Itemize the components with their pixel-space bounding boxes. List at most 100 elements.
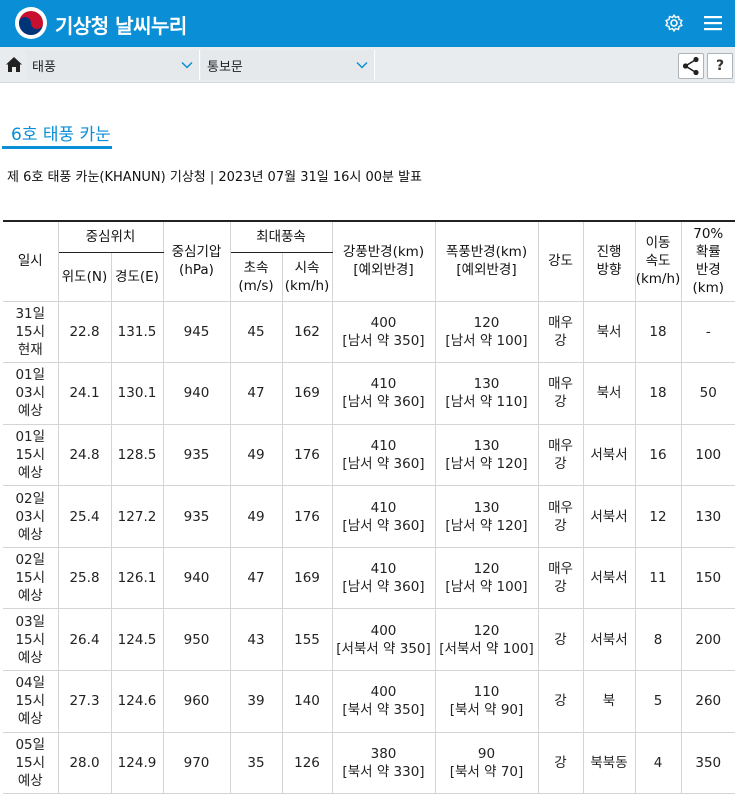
cell-pressure: 935 — [162, 423, 231, 487]
header-time: 일시 — [3, 220, 59, 302]
cell-lat: 24.8 — [57, 423, 112, 487]
site-title[interactable]: 기상청 날씨누리 — [55, 10, 187, 39]
cell-time: 31일 15시 현재 — [3, 300, 59, 364]
header-latitude: 위도(N) — [58, 251, 112, 302]
share-button[interactable] — [678, 53, 704, 79]
header-storm-radius: 폭풍반경(km) [예외반경] — [434, 220, 539, 302]
cell-wind-ms: 47 — [229, 546, 283, 610]
help-button[interactable]: ? — [707, 53, 733, 79]
cell-speed: 5 — [634, 670, 682, 733]
cell-wind-kmh: 169 — [281, 546, 333, 610]
cell-lat: 28.0 — [57, 731, 112, 795]
cell-intensity: 강 — [537, 670, 584, 733]
typhoon-forecast-table: 일시 중심위치 중심기압 (hPa) 최대풍속 강풍반경(km) [예외반경] … — [3, 220, 735, 795]
kma-taegeuk-logo-icon[interactable] — [15, 7, 47, 39]
header-wind-kmh: 시속 (km/h) — [281, 251, 332, 302]
cell-intensity: 매우 강 — [537, 362, 584, 425]
cell-lat: 27.3 — [57, 670, 112, 733]
cell-gale-radius: 400 [남서 약 350] — [331, 300, 436, 364]
cell-direction: 서북서 — [582, 608, 636, 672]
cell-lon: 127.2 — [110, 485, 164, 548]
cell-intensity: 매우 강 — [537, 300, 584, 364]
cell-probability: 150 — [680, 546, 735, 610]
header-wind-ms: 초속 (m/s) — [229, 251, 283, 302]
cell-gale-radius: 400 [서북서 약 350] — [331, 608, 436, 672]
cell-pressure: 940 — [162, 362, 231, 425]
cell-gale-radius: 410 [남서 약 360] — [331, 423, 436, 487]
cell-lon: 124.6 — [110, 670, 164, 733]
header-direction: 진행 방향 — [582, 220, 636, 302]
cell-time: 04일 15시 예상 — [3, 670, 59, 733]
cell-wind-kmh: 126 — [281, 731, 333, 795]
cell-gale-radius: 410 [남서 약 360] — [331, 362, 436, 425]
cell-storm-radius: 120 [남서 약 100] — [434, 546, 539, 610]
cell-lon: 124.5 — [110, 608, 164, 672]
cell-storm-radius: 130 [남서 약 110] — [434, 362, 539, 425]
cell-speed: 16 — [634, 423, 682, 487]
header-move-speed: 이동 속도 (km/h) — [634, 220, 682, 302]
cell-intensity: 매우 강 — [537, 423, 584, 487]
chevron-down-icon — [181, 61, 193, 69]
cell-wind-kmh: 140 — [281, 670, 333, 733]
page-title-tab: 6호 태풍 카눈 — [2, 115, 112, 149]
page-title: 6호 태풍 카눈 — [11, 125, 111, 145]
cell-probability: 260 — [680, 670, 735, 733]
cell-pressure: 970 — [162, 731, 231, 795]
cell-speed: 11 — [634, 546, 682, 610]
cell-time: 02일 03시 예상 — [3, 485, 59, 548]
cell-lat: 24.1 — [57, 362, 112, 425]
cell-pressure: 935 — [162, 485, 231, 548]
cell-lon: 131.5 — [110, 300, 164, 364]
cell-speed: 18 — [634, 362, 682, 425]
header-longitude: 경도(E) — [110, 251, 164, 302]
cell-storm-radius: 120 [남서 약 100] — [434, 300, 539, 364]
cell-lat: 25.8 — [57, 546, 112, 610]
cell-intensity: 강 — [537, 731, 584, 795]
cell-time: 02일 15시 예상 — [3, 546, 59, 610]
cell-intensity: 강 — [537, 608, 584, 672]
cell-storm-radius: 110 [북서 약 90] — [434, 670, 539, 733]
table-row: 01일 03시 예상 24.1 130.1 940 47 169 410 [남서 약 … — [3, 362, 735, 425]
table-row: 02일 15시 예상 25.8 126.1 940 47 169 410 [남서 약 … — [3, 546, 735, 610]
table-row: 03일 15시 예상 26.4 124.5 950 43 155 400 [서북서 약… — [3, 608, 735, 672]
subcategory-select[interactable]: 통보문 — [201, 50, 375, 80]
header-intensity: 강도 — [537, 220, 584, 302]
cell-lat: 26.4 — [57, 608, 112, 672]
table-row: 04일 15시 예상 27.3 124.6 960 39 140 400 [북서 약 … — [3, 670, 735, 733]
header-center-position: 중심위치 — [57, 220, 164, 253]
cell-gale-radius: 410 [남서 약 360] — [331, 546, 436, 610]
cell-lon: 126.1 — [110, 546, 164, 610]
cell-speed: 12 — [634, 485, 682, 548]
cell-intensity: 매우 강 — [537, 546, 584, 610]
header-gale-radius: 강풍반경(km) [예외반경] — [331, 220, 436, 302]
table-row: 31일 15시 현재 22.8 131.5 945 45 162 400 [남서 약 … — [3, 300, 735, 364]
category-select[interactable]: 태풍 — [26, 50, 200, 80]
cell-lon: 128.5 — [110, 423, 164, 487]
hamburger-menu-icon[interactable] — [703, 13, 723, 33]
cell-wind-kmh: 155 — [281, 608, 333, 672]
cell-lat: 25.4 — [57, 485, 112, 548]
home-icon[interactable] — [5, 56, 23, 73]
header-pressure: 중심기압 (hPa) — [162, 220, 231, 302]
cell-wind-kmh: 169 — [281, 362, 333, 425]
cell-direction: 서북서 — [582, 546, 636, 610]
cell-pressure: 945 — [162, 300, 231, 364]
cell-pressure: 940 — [162, 546, 231, 610]
category-select-label: 태풍 — [32, 60, 56, 75]
cell-direction: 북북동 — [582, 731, 636, 795]
cell-time: 03일 15시 예상 — [3, 608, 59, 672]
cell-time: 01일 03시 예상 — [3, 362, 59, 425]
cell-probability: 130 — [680, 485, 735, 548]
cell-direction: 북서 — [582, 362, 636, 425]
cell-probability: - — [680, 300, 735, 364]
cell-wind-ms: 43 — [229, 608, 283, 672]
cell-wind-ms: 49 — [229, 423, 283, 487]
header-max-wind: 최대풍속 — [229, 220, 333, 253]
cell-intensity: 매우 강 — [537, 485, 584, 548]
gear-icon[interactable] — [664, 13, 684, 33]
cell-probability: 350 — [680, 731, 735, 795]
cell-lon: 130.1 — [110, 362, 164, 425]
announcement-line: 제 6호 태풍 카눈(KHANUN) 기상청 | 2023년 07월 31일 1… — [7, 170, 423, 185]
cell-storm-radius: 130 [남서 약 120] — [434, 423, 539, 487]
cell-wind-kmh: 176 — [281, 423, 333, 487]
